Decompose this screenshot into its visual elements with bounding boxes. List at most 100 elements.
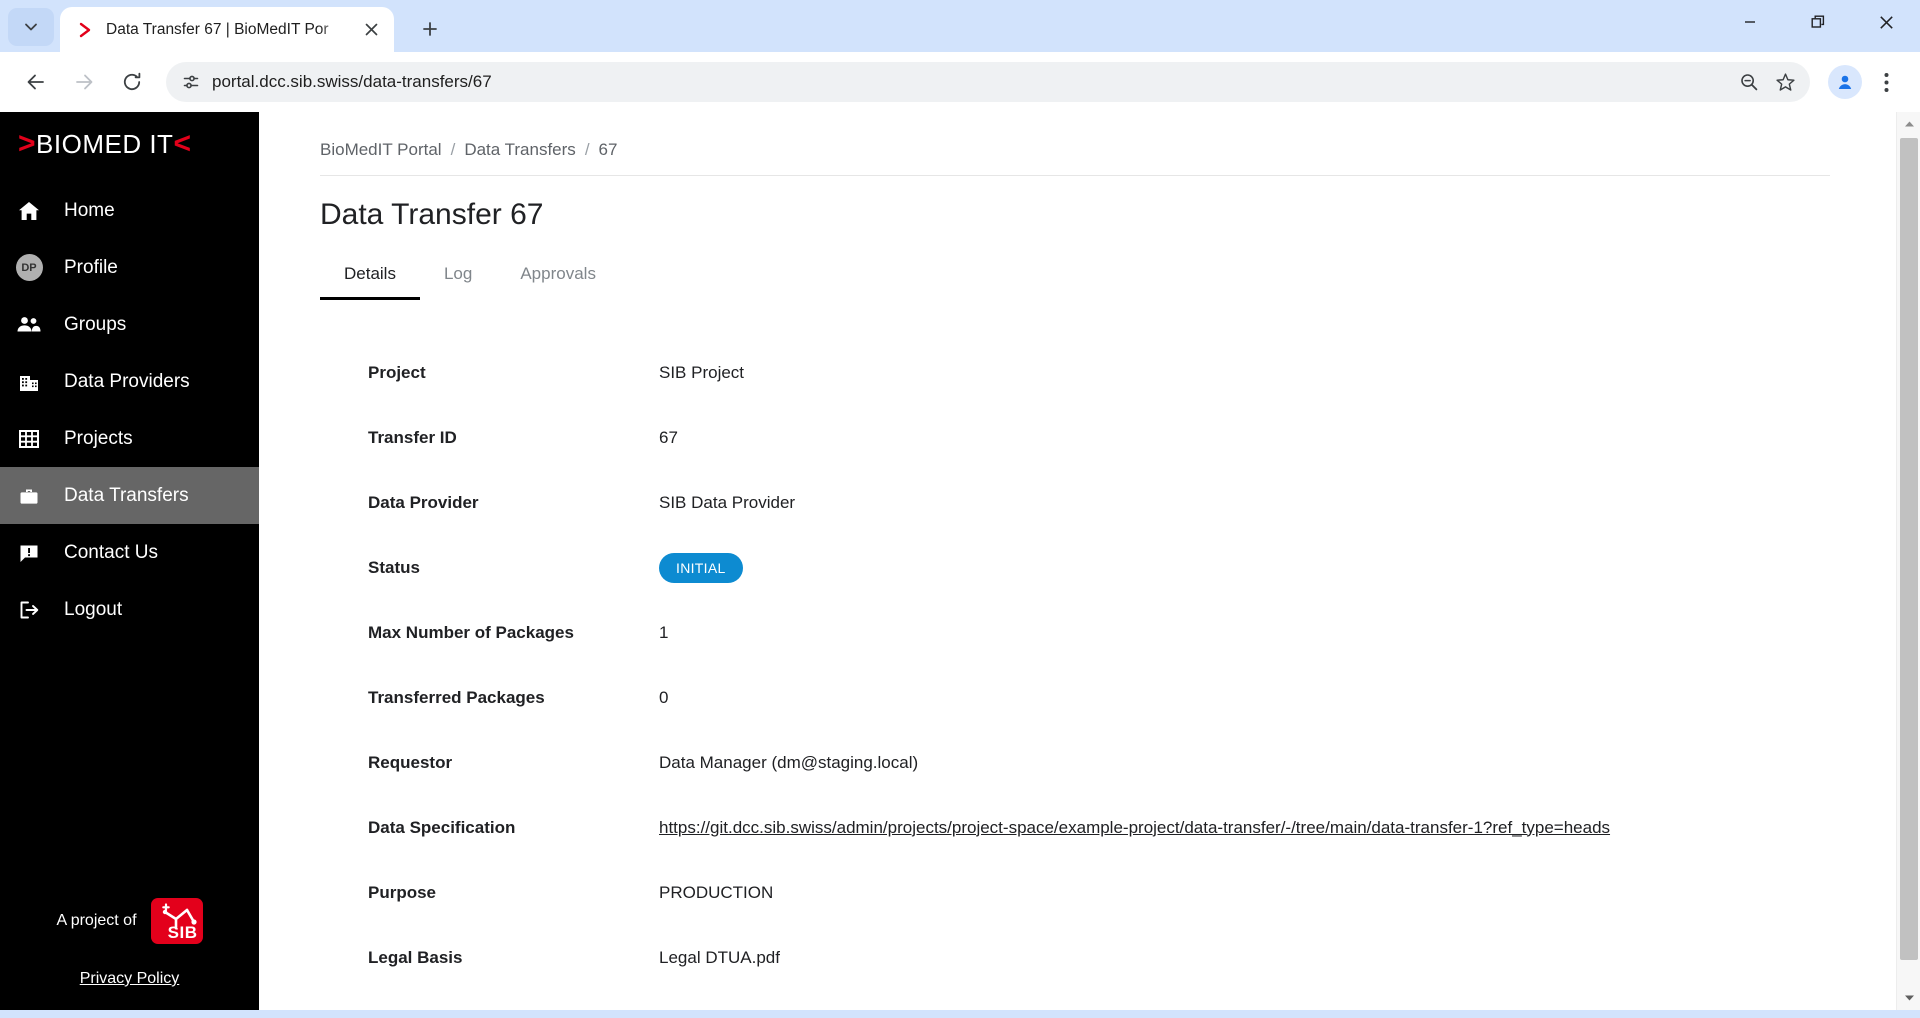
privacy-policy-link[interactable]: Privacy Policy [80, 970, 180, 988]
sidebar-item-contact-us[interactable]: Contact Us [0, 524, 259, 581]
detail-row-project: Project SIB Project [320, 340, 1880, 405]
tab-search-button[interactable] [8, 8, 54, 46]
detail-row-purpose: Purpose PRODUCTION [320, 860, 1880, 925]
briefcase-icon [14, 484, 44, 508]
scrollbar-thumb[interactable] [1900, 138, 1918, 960]
url-text[interactable]: portal.dcc.sib.swiss/data-transfers/67 [212, 72, 1726, 92]
detail-value: 67 [659, 427, 678, 447]
detail-value: SIB Project [659, 362, 745, 382]
bookmark-star-icon[interactable] [1768, 65, 1802, 99]
sib-logo-text: SIB [167, 923, 198, 942]
window-minimize-button[interactable] [1716, 0, 1784, 44]
close-icon [365, 23, 377, 36]
grid-icon [14, 427, 44, 451]
tab-approvals[interactable]: Approvals [496, 256, 620, 300]
sib-logo: SIB [150, 898, 203, 944]
page-scrollbar[interactable] [1896, 112, 1920, 1010]
detail-value: Legal DTUA.pdf [659, 947, 780, 967]
logo-text: > BIOMED IT < [18, 129, 191, 160]
window-close-button[interactable] [1852, 0, 1920, 44]
detail-label: Status [368, 557, 420, 577]
detail-row-requestor: Requestor Data Manager (dm@staging.local… [320, 730, 1880, 795]
detail-row-legal-basis: Legal Basis Legal DTUA.pdf [320, 925, 1880, 990]
profile-avatar-icon[interactable] [1828, 65, 1862, 99]
project-of-label: A project of [56, 912, 137, 929]
page-title: Data Transfer 67 [320, 198, 544, 231]
sidebar-item-label: Data Transfers [64, 484, 189, 506]
browser-tab[interactable]: Data Transfer 67 | BioMedIT Por [60, 7, 394, 52]
sidebar-item-projects[interactable]: Projects [0, 410, 259, 467]
sidebar-item-label: Profile [64, 256, 118, 278]
detail-value: 1 [659, 622, 669, 642]
browser-window: Data Transfer 67 | BioMedIT Por portal.d… [0, 0, 1920, 1018]
tab-title: Data Transfer 67 | BioMedIT Por [106, 20, 329, 38]
plus-icon [423, 22, 437, 36]
new-tab-button[interactable] [412, 12, 448, 46]
breadcrumb-current: 67 [598, 140, 618, 159]
chevron-down-icon [25, 23, 37, 31]
sidebar-item-label: Groups [64, 313, 127, 335]
building-icon [14, 370, 44, 394]
detail-label: Requestor [368, 752, 453, 772]
breadcrumb-root[interactable]: BioMedIT Portal [320, 140, 442, 160]
sidebar-item-label: Logout [64, 598, 123, 620]
detail-value: SIB Data Provider [659, 492, 796, 512]
back-arrow-icon [27, 74, 44, 90]
breadcrumb: BioMedIT Portal / Data Transfers / 67 [320, 140, 1880, 175]
forward-button[interactable] [62, 60, 106, 104]
tab-details[interactable]: Details [320, 256, 420, 300]
tab-strip: Data Transfer 67 | BioMedIT Por [0, 0, 1920, 52]
sidebar-item-label: Data Providers [64, 370, 190, 392]
people-icon [14, 313, 44, 337]
logo-wordmark: BIOMED IT [36, 128, 174, 159]
sidebar-nav: Home DP Profile Groups Data Providers Pr… [0, 182, 259, 638]
breadcrumb-section[interactable]: Data Transfers [464, 140, 576, 160]
detail-value: PRODUCTION [659, 882, 774, 902]
kebab-menu-icon [1884, 72, 1888, 92]
logout-icon [14, 598, 44, 622]
triangle-down-icon [1904, 995, 1914, 1001]
content-tabs: Details Log Approvals [320, 256, 1880, 300]
detail-value: Data Manager (dm@staging.local) [659, 752, 919, 772]
tab-log[interactable]: Log [420, 256, 496, 300]
window-controls [1716, 0, 1920, 44]
reload-button[interactable] [110, 60, 154, 104]
avatar-initials-icon: DP [14, 254, 44, 281]
back-button[interactable] [14, 60, 58, 104]
detail-label: Legal Basis [368, 947, 463, 967]
detail-label: Purpose [368, 882, 437, 902]
window-maximize-button[interactable] [1784, 0, 1852, 44]
detail-row-data-provider: Data Provider SIB Data Provider [320, 470, 1880, 535]
restore-icon [1811, 15, 1824, 28]
close-icon [1879, 15, 1893, 29]
data-specification-link[interactable]: https://git.dcc.sib.swiss/admin/projects… [659, 818, 1610, 837]
browser-menu-button[interactable] [1866, 60, 1906, 104]
breadcrumb-separator: / [450, 140, 456, 159]
logo-chevron-left-icon: > [18, 127, 37, 160]
sidebar-item-home[interactable]: Home [0, 182, 259, 239]
breadcrumb-separator: / [584, 140, 590, 159]
detail-value: 0 [659, 687, 669, 707]
sidebar-item-logout[interactable]: Logout [0, 581, 259, 638]
sidebar-item-data-transfers[interactable]: Data Transfers [0, 467, 259, 524]
sidebar-item-profile[interactable]: DP Profile [0, 239, 259, 296]
status-badge: INITIAL [659, 552, 743, 583]
browser-toolbar: portal.dcc.sib.swiss/data-transfers/67 [0, 52, 1920, 112]
site-settings-icon[interactable] [176, 67, 206, 97]
scrollbar-down-button[interactable] [1897, 986, 1920, 1010]
details-list: Project SIB Project Transfer ID 67 Data … [320, 340, 1880, 990]
sidebar-item-data-providers[interactable]: Data Providers [0, 353, 259, 410]
sidebar: > BIOMED IT < Home DP Profile Groups Dat… [0, 112, 259, 1010]
detail-label: Data Specification [368, 817, 516, 837]
avatar-initials-text: DP [15, 254, 43, 281]
tab-close-button[interactable] [358, 17, 384, 43]
biomedit-logo[interactable]: > BIOMED IT < [0, 112, 259, 176]
detail-row-status: Status INITIAL [320, 535, 1880, 600]
scrollbar-up-button[interactable] [1897, 112, 1920, 136]
address-bar[interactable]: portal.dcc.sib.swiss/data-transfers/67 [166, 62, 1810, 102]
biomedit-chevron-icon [76, 20, 96, 40]
zoom-out-icon[interactable] [1732, 65, 1766, 99]
triangle-up-icon [1904, 121, 1914, 127]
detail-row-transfer-id: Transfer ID 67 [320, 405, 1880, 470]
sidebar-item-groups[interactable]: Groups [0, 296, 259, 353]
